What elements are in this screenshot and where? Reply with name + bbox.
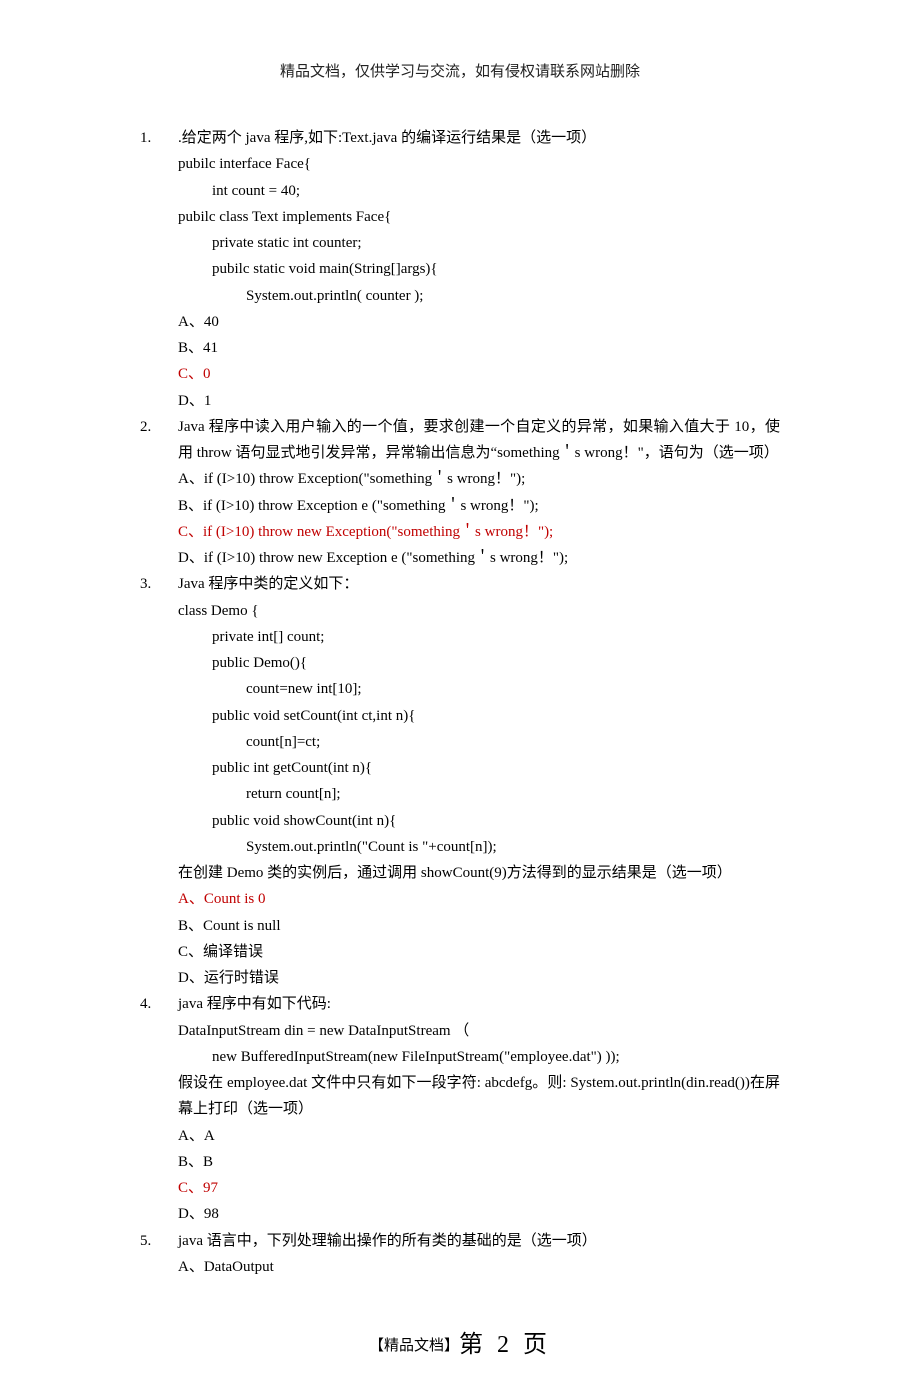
stem-line: public int getCount(int n){: [178, 755, 780, 781]
option: B、if (I>10) throw Exception e ("somethin…: [178, 493, 780, 519]
question-item: 2. Java 程序中读入用户输入的一个值，要求创建一个自定义的异常，如果输入值…: [140, 414, 780, 572]
stem-line: Java 程序中读入用户输入的一个值，要求创建一个自定义的异常，如果输入值大于 …: [178, 414, 780, 467]
stem-line: .给定两个 java 程序,如下:Text.java 的编译运行结果是（选一项）: [178, 125, 780, 151]
option-correct: C、0: [178, 361, 780, 387]
stem-line: count=new int[10];: [178, 676, 780, 702]
stem-line: 在创建 Demo 类的实例后，通过调用 showCount(9)方法得到的显示结…: [178, 860, 780, 886]
option: D、运行时错误: [178, 965, 780, 991]
question-number: 1.: [140, 125, 178, 151]
stem-line: count[n]=ct;: [178, 729, 780, 755]
stem-line: private int[] count;: [178, 624, 780, 650]
question-number: 3.: [140, 571, 178, 597]
footer-label: 【精品文档】: [369, 1338, 459, 1354]
question-item: 3. Java 程序中类的定义如下： class Demo { private …: [140, 571, 780, 991]
stem-line: 假设在 employee.dat 文件中只有如下一段字符: abcdefg。则:…: [178, 1070, 780, 1123]
stem-line: public Demo(){: [178, 650, 780, 676]
document-page: 精品文档，仅供学习与交流，如有侵权请联系网站删除 1. .给定两个 java 程…: [0, 0, 920, 1399]
stem-line: DataInputStream din = new DataInputStrea…: [178, 1018, 780, 1044]
page-footer: 【精品文档】第 2 页: [140, 1324, 780, 1359]
option: D、98: [178, 1201, 780, 1227]
stem-line: public void showCount(int n){: [178, 808, 780, 834]
stem-line: public void setCount(int ct,int n){: [178, 703, 780, 729]
question-number: 2.: [140, 414, 178, 440]
stem-line: Java 程序中类的定义如下：: [178, 571, 780, 597]
question-body: java 语言中，下列处理输出操作的所有类的基础的是（选一项） A、DataOu…: [178, 1228, 780, 1281]
header-notice: 精品文档，仅供学习与交流，如有侵权请联系网站删除: [140, 60, 780, 81]
option: A、A: [178, 1123, 780, 1149]
question-number: 5.: [140, 1228, 178, 1254]
option-correct: A、Count is 0: [178, 886, 780, 912]
stem-line: private static int counter;: [178, 230, 780, 256]
question-item: 1. .给定两个 java 程序,如下:Text.java 的编译运行结果是（选…: [140, 125, 780, 414]
question-body: Java 程序中类的定义如下： class Demo { private int…: [178, 571, 780, 991]
option: A、DataOutput: [178, 1254, 780, 1280]
option: D、1: [178, 388, 780, 414]
question-body: .给定两个 java 程序,如下:Text.java 的编译运行结果是（选一项）…: [178, 125, 780, 414]
option: B、B: [178, 1149, 780, 1175]
stem-line: java 语言中，下列处理输出操作的所有类的基础的是（选一项）: [178, 1228, 780, 1254]
option: B、41: [178, 335, 780, 361]
option: C、编译错误: [178, 939, 780, 965]
option: A、40: [178, 309, 780, 335]
question-body: java 程序中有如下代码: DataInputStream din = new…: [178, 991, 780, 1227]
question-item: 5. java 语言中，下列处理输出操作的所有类的基础的是（选一项） A、Dat…: [140, 1228, 780, 1281]
stem-line: class Demo {: [178, 598, 780, 624]
stem-line: return count[n];: [178, 781, 780, 807]
stem-line: java 程序中有如下代码:: [178, 991, 780, 1017]
question-item: 4. java 程序中有如下代码: DataInputStream din = …: [140, 991, 780, 1227]
option: D、if (I>10) throw new Exception e ("some…: [178, 545, 780, 571]
stem-line: pubilc interface Face{: [178, 151, 780, 177]
stem-line: pubilc static void main(String[]args){: [178, 256, 780, 282]
question-number: 4.: [140, 991, 178, 1017]
question-list: 1. .给定两个 java 程序,如下:Text.java 的编译运行结果是（选…: [140, 125, 780, 1280]
option-correct: C、97: [178, 1175, 780, 1201]
stem-line: pubilc class Text implements Face{: [178, 204, 780, 230]
stem-line: System.out.println( counter );: [178, 283, 780, 309]
stem-line: int count = 40;: [178, 178, 780, 204]
stem-line: System.out.println("Count is "+count[n])…: [178, 834, 780, 860]
option: B、Count is null: [178, 913, 780, 939]
question-body: Java 程序中读入用户输入的一个值，要求创建一个自定义的异常，如果输入值大于 …: [178, 414, 780, 572]
option: A、if (I>10) throw Exception("something＇s…: [178, 466, 780, 492]
option-correct: C、if (I>10) throw new Exception("somethi…: [178, 519, 780, 545]
stem-line: new BufferedInputStream(new FileInputStr…: [178, 1044, 780, 1070]
page-number: 第 2 页: [459, 1332, 551, 1358]
